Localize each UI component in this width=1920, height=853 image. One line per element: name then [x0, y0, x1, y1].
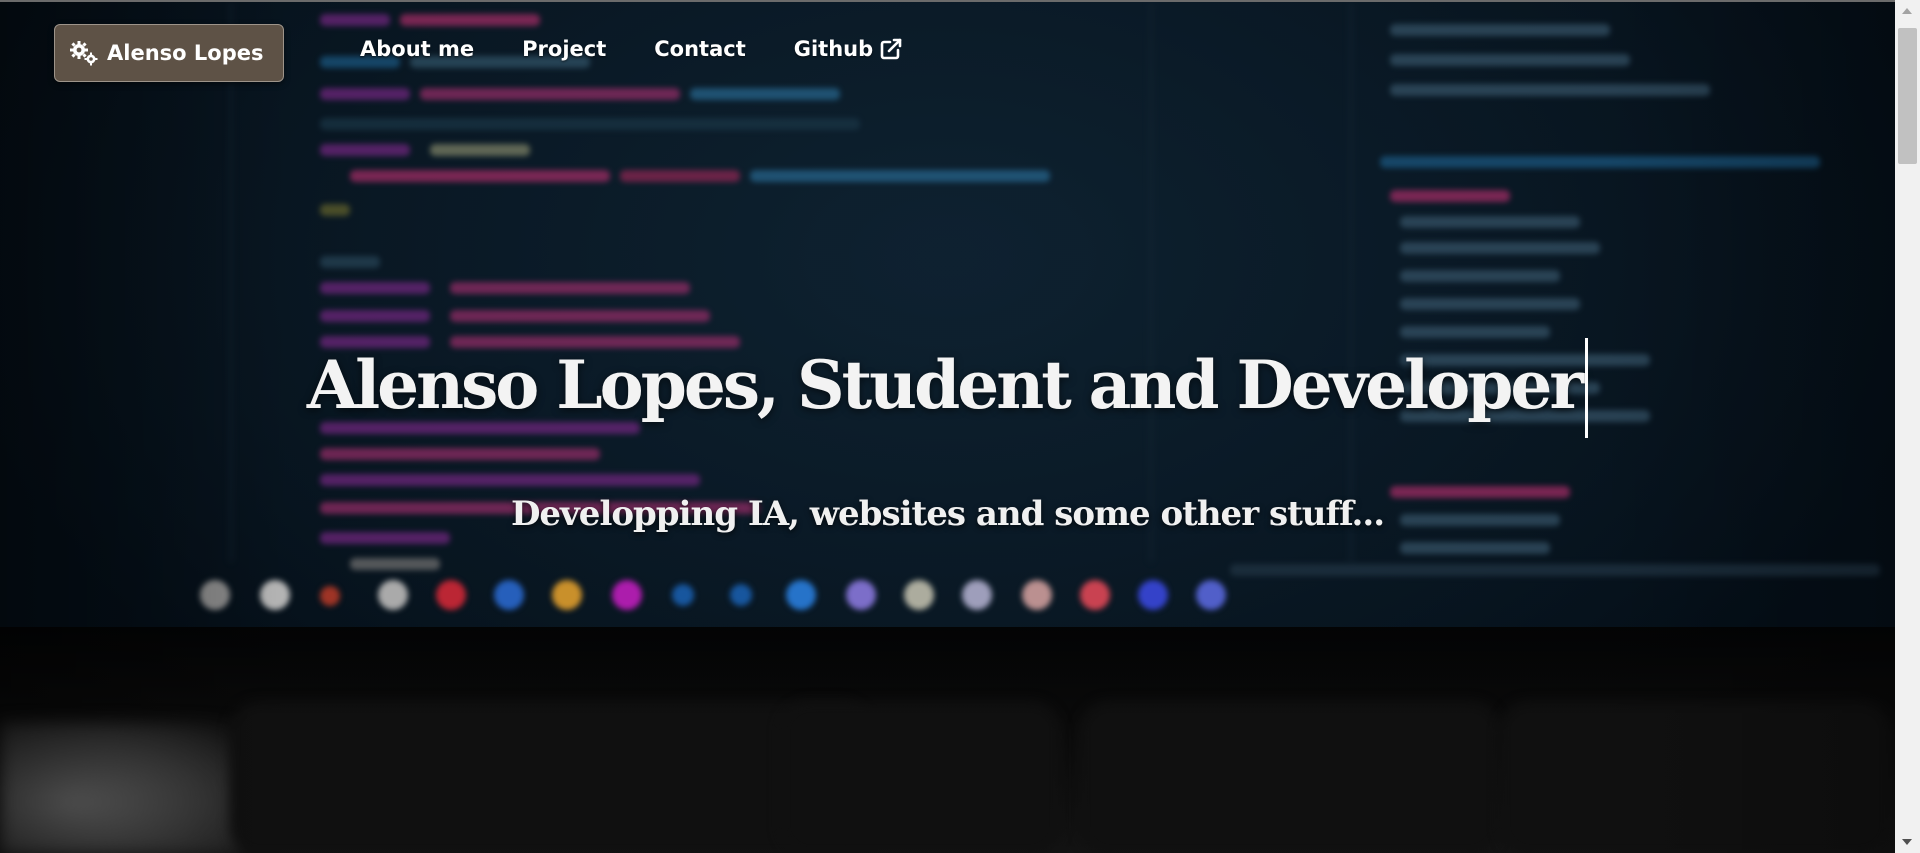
brand-label: Alenso Lopes: [107, 41, 264, 65]
nav-link-project[interactable]: Project: [522, 37, 606, 61]
hero-title-text: Alenso Lopes, Student and Developer: [306, 346, 1584, 424]
scroll-up-arrow-icon[interactable]: [1902, 8, 1912, 14]
brand-button[interactable]: Alenso Lopes: [54, 24, 285, 82]
scrollbar-thumb[interactable]: [1898, 28, 1917, 164]
scroll-down-arrow-icon[interactable]: [1902, 839, 1912, 845]
nav-link-github-label: Github: [793, 37, 874, 61]
main-nav: About me Project Contact Github: [360, 37, 903, 61]
nav-link-contact[interactable]: Contact: [654, 37, 746, 61]
gears-icon: [69, 40, 99, 66]
page-viewport: Alenso Lopes About me Project Contact Gi…: [0, 0, 1895, 853]
typing-caret: [1585, 338, 1589, 438]
nav-link-github[interactable]: Github: [794, 37, 903, 61]
external-link-icon: [879, 37, 903, 61]
page-scrollbar[interactable]: [1895, 0, 1920, 853]
hero-title: Alenso Lopes, Student and Developer: [0, 338, 1895, 438]
hero-subtitle: Developping IA, websites and some other …: [510, 494, 1385, 534]
nav-link-about-me[interactable]: About me: [360, 37, 474, 61]
